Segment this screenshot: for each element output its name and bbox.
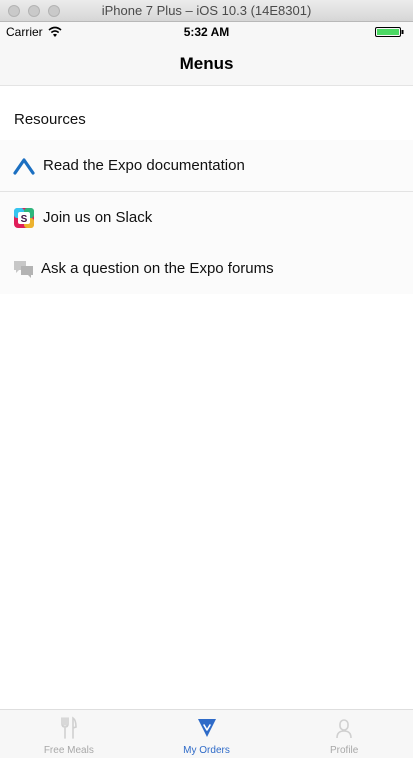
forums-icon [13,258,35,280]
list-item-forums[interactable]: Ask a question on the Expo forums [0,243,413,294]
list-item-slack[interactable]: S Join us on Slack [0,192,413,243]
resources-list: Read the Expo documentation S Join us on… [0,140,413,294]
tab-bar: Free Meals My Orders Profile [0,709,413,758]
list-item-label: Read the Expo documentation [43,157,245,174]
status-bar: Carrier 5:32 AM [0,22,413,42]
window-title: iPhone 7 Plus – iOS 10.3 (14E8301) [101,3,312,18]
page-title: Menus [179,54,234,73]
navigation-bar: Menus [0,42,413,86]
tab-label: Free Meals [43,745,94,756]
list-item-label: Ask a question on the Expo forums [41,260,274,277]
tab-free-meals[interactable]: Free Meals [0,710,138,758]
tab-profile[interactable]: Profile [275,710,413,758]
expo-icon [13,155,35,177]
profile-icon [336,719,352,739]
tab-my-orders[interactable]: My Orders [138,710,276,758]
svg-text:S: S [21,214,28,225]
tab-label: My Orders [183,745,230,756]
status-time: 5:32 AM [183,25,230,39]
slack-icon: S [13,207,35,229]
list-item-expo-docs[interactable]: Read the Expo documentation [0,140,413,192]
resources-section-header: Resources [14,111,86,128]
simulator-titlebar: iPhone 7 Plus – iOS 10.3 (14E8301) [0,0,413,22]
orders-icon [197,719,216,737]
battery-icon [375,27,404,37]
tab-label: Profile [330,745,359,756]
list-item-label: Join us on Slack [43,209,153,226]
utensils-icon [61,716,77,739]
